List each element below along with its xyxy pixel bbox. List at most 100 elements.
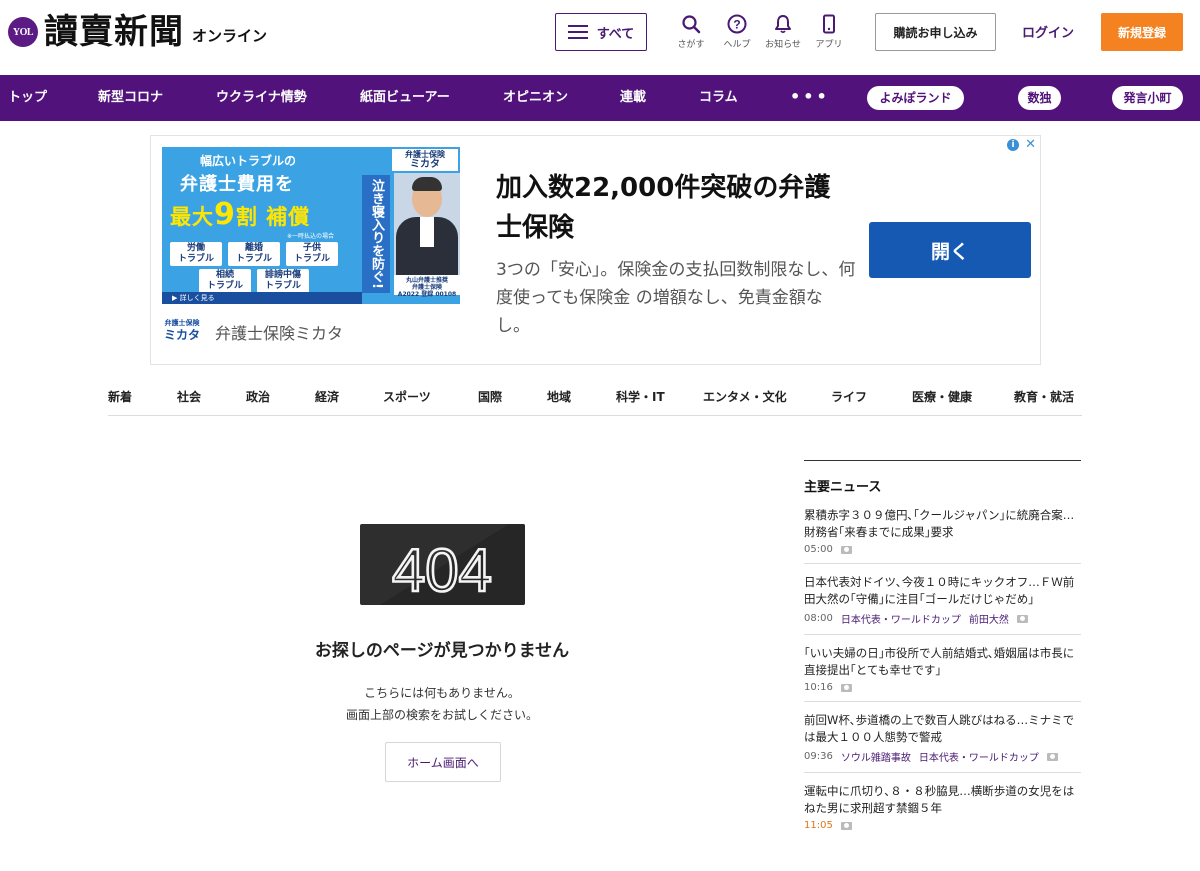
search-icon [682, 15, 701, 34]
all-menu-button[interactable]: すべて [555, 13, 647, 51]
login-link[interactable]: ログイン [1016, 22, 1080, 41]
ad-image-line1: 幅広いトラブルの [200, 154, 297, 168]
ad-person-photo: 丸山弁護士推奨 弁護士保険 A2022 登録 00108 [394, 173, 460, 298]
nav-item-column[interactable]: コラム [699, 75, 738, 121]
ad-image-line3: 最大9割 補償 [170, 197, 311, 232]
logo-subtitle: オンライン [192, 26, 268, 45]
hamburger-icon [567, 25, 588, 39]
ad-brand[interactable]: 弁護士保険 ミカタ 弁護士保険ミカタ [162, 319, 343, 345]
nav-item-covid[interactable]: 新型コロナ [98, 75, 163, 121]
news-headline[interactable]: 累積赤字３０９億円､｢クールジャパン｣に統廃合案…財務省｢来春までに成果｣要求 [804, 507, 1081, 541]
news-headline[interactable]: 運転中に爪切り､８・８秒脇見…横断歩道の女児をはねた男に求刑超す禁錮５年 [804, 783, 1081, 817]
register-button[interactable]: 新規登録 [1101, 13, 1183, 51]
svg-text:?: ? [733, 18, 740, 32]
category-item[interactable]: ライフ [831, 378, 867, 416]
category-item[interactable]: 政治 [246, 378, 270, 416]
ad-image-line2: 弁護士費用を [180, 174, 294, 195]
error-404-graphic: 404 [360, 524, 525, 605]
top-news-title: 主要ニュース [804, 480, 882, 495]
app-tool-label: アプリ [815, 40, 843, 50]
app-tool[interactable]: アプリ [807, 14, 851, 50]
nav-pill-komachi[interactable]: 発言小町 [1112, 86, 1183, 110]
news-headline[interactable]: 前回W杯､歩道橋の上で数百人跳びはねる…ミナミでは最大１００人態勢で警戒 [804, 712, 1081, 746]
top-news-sidebar: 主要ニュース 累積赤字３０９億円､｢クールジャパン｣に統廃合案…財務省｢来春まで… [804, 460, 1081, 849]
help-icon: ? [727, 14, 747, 34]
category-item[interactable]: 社会 [177, 378, 201, 416]
nav-item-series[interactable]: 連載 [620, 75, 646, 121]
ad-tag: 労働 トラブル [170, 242, 222, 266]
category-item[interactable]: 経済 [315, 378, 339, 416]
nav-pill-yomipo[interactable]: よみぽランド [867, 86, 964, 110]
ad-image-note: ※一時払込の場合 [287, 233, 335, 240]
nav-pill-sudoku[interactable]: 数独 [1018, 86, 1061, 110]
news-headline[interactable]: 日本代表対ドイツ､今夜１０時にキックオフ…ＦＷ前田大然の｢守備｣に注目｢ゴールだ… [804, 574, 1081, 608]
site-logo[interactable]: YOL 讀賣新聞 オンライン [8, 12, 267, 52]
nav-item-opinion[interactable]: オピニオン [503, 75, 568, 121]
main-nav: トップ 新型コロナ ウクライナ情勢 紙面ビューアー オピニオン 連載 コラム •… [0, 75, 1200, 121]
category-item[interactable]: エンタメ・文化 [703, 378, 787, 416]
ad-image-logo: 弁護士保険 ミカタ [392, 149, 458, 171]
category-item[interactable]: 新着 [108, 378, 132, 416]
nav-more-icon[interactable]: ••• [790, 75, 830, 121]
news-tag[interactable]: 日本代表・ワールドカップ [919, 749, 1039, 764]
category-item[interactable]: 地域 [547, 378, 571, 416]
subscribe-button[interactable]: 購読お申し込み [875, 13, 996, 51]
nav-item-ukraine[interactable]: ウクライナ情勢 [216, 75, 307, 121]
news-item[interactable]: 日本代表対ドイツ､今夜１０時にキックオフ…ＦＷ前田大然の｢守備｣に注目｢ゴールだ… [804, 574, 1081, 635]
news-item[interactable]: ｢いい夫婦の日｣市役所で人前結婚式､婚姻届は市長に直接提出｢とても幸せです｣ 1… [804, 645, 1081, 702]
category-item[interactable]: スポーツ [383, 378, 431, 416]
ad-brand-logo: 弁護士保険 ミカタ [163, 319, 200, 342]
news-headline[interactable]: ｢いい夫婦の日｣市役所で人前結婚式､婚姻届は市長に直接提出｢とても幸せです｣ [804, 645, 1081, 679]
ad-person-caption: 丸山弁護士推奨 弁護士保険 A2022 登録 00108 [394, 275, 460, 298]
news-meta: 05:00 [804, 544, 1081, 555]
news-meta: 08:00 日本代表・ワールドカップ 前田大然 [804, 611, 1081, 626]
news-meta: 10:16 [804, 682, 1081, 693]
news-tag[interactable]: 日本代表・ワールドカップ [841, 611, 961, 626]
news-meta: 11:05 [804, 820, 1081, 831]
camera-icon [840, 821, 852, 830]
news-item[interactable]: 前回W杯､歩道橋の上で数百人跳びはねる…ミナミでは最大１００人態勢で警戒 09:… [804, 712, 1081, 773]
ad-brand-name: 弁護士保険ミカタ [215, 324, 344, 343]
news-item[interactable]: 運転中に爪切り､８・８秒脇見…横断歩道の女児をはねた男に求刑超す禁錮５年 11:… [804, 783, 1081, 839]
error-code: 404 [392, 537, 492, 604]
nav-item-viewer[interactable]: 紙面ビューアー [360, 75, 450, 121]
home-button[interactable]: ホーム画面へ [385, 742, 501, 782]
ad-image[interactable]: 幅広いトラブルの 弁護士費用を 最大9割 補償 ※一時払込の場合 労働 トラブル … [162, 147, 460, 304]
ad-open-button[interactable]: 開く [869, 222, 1031, 278]
news-tag[interactable]: 前田大然 [969, 611, 1009, 626]
news-meta: 09:36 ソウル雑踏事故 日本代表・ワールドカップ [804, 749, 1081, 764]
notice-tool[interactable]: お知らせ [761, 14, 805, 50]
category-item[interactable]: 医療・健康 [912, 378, 972, 416]
news-tag[interactable]: ソウル雑踏事故 [841, 749, 911, 764]
category-nav: 新着 社会 政治 経済 スポーツ 国際 地域 科学・IT エンタメ・文化 ライフ… [108, 378, 1082, 416]
error-title: お探しのページが見つかりません [314, 641, 570, 661]
help-tool-label: ヘルプ [723, 40, 751, 50]
category-item[interactable]: 国際 [478, 378, 502, 416]
news-time: 05:00 [804, 544, 833, 555]
news-time: 11:05 [804, 820, 833, 831]
all-menu-label: すべて [596, 26, 635, 42]
search-tool[interactable]: さがす [669, 14, 713, 50]
phone-icon [823, 14, 835, 34]
nav-item-top[interactable]: トップ [8, 75, 47, 121]
category-item[interactable]: 科学・IT [616, 378, 665, 416]
ad-info-icon[interactable]: i [1007, 139, 1020, 151]
ad-tag: 誹謗中傷 トラブル [257, 269, 309, 293]
category-item[interactable]: 教育・就活 [1014, 378, 1074, 416]
camera-icon [1046, 752, 1058, 761]
ad-image-vertical-text: 泣き寝入りを防ぐ! [362, 175, 390, 293]
help-tool[interactable]: ? ヘルプ [715, 14, 759, 50]
logo-badge: YOL [8, 17, 38, 47]
ad-description: 3つの「安心」。保険金の支払回数制限なし、何度使っても保険金 の増額なし、免責金… [496, 260, 856, 336]
camera-icon [840, 683, 852, 692]
ad-tag: 離婚 トラブル [228, 242, 280, 266]
ad-choices[interactable]: i ✕ [1007, 138, 1036, 151]
logo-wordmark: 讀賣新聞 [44, 12, 184, 52]
ad-close-icon[interactable]: ✕ [1025, 138, 1036, 151]
ad-title[interactable]: 加入数22,000件突破の弁護士保険 [496, 168, 856, 248]
error-message-line1: こちらには何もありません。 [364, 686, 520, 700]
bell-icon [775, 15, 791, 34]
news-item[interactable]: 累積赤字３０９億円､｢クールジャパン｣に統廃合案…財務省｢来春までに成果｣要求 … [804, 507, 1081, 564]
error-message-line2: 画面上部の検索をお試しください。 [345, 708, 538, 722]
ad-banner[interactable]: 幅広いトラブルの 弁護士費用を 最大9割 補償 ※一時払込の場合 労働 トラブル … [150, 135, 1041, 365]
